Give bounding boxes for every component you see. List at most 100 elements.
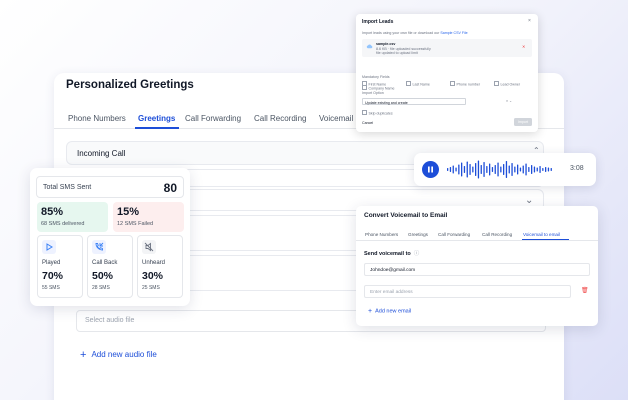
chevron-down-icon[interactable]: × ⌄: [506, 99, 512, 103]
add-audio-label: Add new audio file: [91, 350, 157, 359]
tab-greetings[interactable]: Greetings: [138, 114, 175, 123]
waveform[interactable]: [446, 159, 554, 180]
waveform-bar: [503, 164, 505, 175]
waveform-bar: [489, 163, 491, 176]
play-icon: [42, 240, 56, 254]
waveform-bar: [522, 165, 524, 174]
checkbox-phone-number[interactable]: Phone number: [450, 81, 481, 87]
close-icon[interactable]: ×: [528, 18, 531, 24]
import-button[interactable]: Import: [514, 118, 532, 126]
player-time: 3:08: [570, 165, 584, 172]
callback-label: Call Back: [92, 260, 118, 266]
import-option-select[interactable]: Update existing and create: [362, 98, 466, 105]
total-sms-label: Total SMS Sent: [43, 184, 92, 191]
phone-callback-icon: [92, 240, 106, 254]
send-voicemail-label: Send voicemail to ⓘ: [364, 249, 419, 257]
add-audio-button[interactable]: + Add new audio file: [80, 349, 157, 361]
vm-tab-voicemail-to-email[interactable]: Voicemail to email: [523, 232, 560, 237]
waveform-bar: [531, 165, 533, 174]
played-label: Played: [42, 260, 61, 266]
waveform-bar: [452, 165, 454, 174]
waveform-bar: [514, 166, 516, 173]
delivered-stat: 85% 68 SMS delivered: [37, 202, 108, 232]
callback-count: 28 SMS: [92, 285, 110, 291]
tab-voicemail[interactable]: Voicemail: [319, 114, 353, 123]
checkbox-lead-owner[interactable]: Lead Owner: [494, 81, 521, 87]
total-sms-value: 80: [163, 181, 177, 195]
waveform-bar: [466, 161, 468, 178]
plus-icon: +: [368, 308, 373, 315]
pause-icon: [428, 166, 433, 173]
plus-icon: +: [80, 349, 87, 361]
file-name: sample.csv: [376, 42, 396, 46]
waveform-bar: [483, 162, 485, 177]
pause-button[interactable]: [422, 161, 439, 178]
mandatory-fields-label: Mandatory Fields: [362, 75, 390, 79]
waveform-bar: [491, 167, 494, 172]
waveform-bar: [458, 164, 460, 175]
chevron-down-icon[interactable]: ⌄: [525, 195, 533, 206]
email-value: Johndoe@gmail.com: [370, 267, 416, 273]
waveform-bar: [519, 167, 522, 172]
played-percent: 70%: [42, 270, 64, 282]
add-email-label: Add new email: [375, 308, 412, 315]
tab-call-recording[interactable]: Call Recording: [254, 114, 306, 123]
waveform-bar: [545, 167, 547, 172]
email-field[interactable]: Johndoe@gmail.com: [364, 263, 590, 276]
waveform-bar: [486, 166, 488, 173]
waveform-bar: [497, 162, 499, 177]
uploaded-file: sample.csv 8.6 KB · file uploaded succes…: [362, 39, 532, 57]
checkbox-last-name[interactable]: Last Name: [406, 81, 430, 87]
waveform-bar: [547, 167, 550, 172]
voicemail-tabs: Phone Numbers Greetings Call Forwarding …: [356, 228, 598, 241]
failed-count: 12 SMS Failed: [117, 221, 154, 227]
waveform-bar: [469, 164, 471, 175]
waveform-bar: [511, 163, 513, 176]
waveform-bar: [536, 167, 538, 172]
add-email-button[interactable]: + Add new email: [368, 308, 411, 315]
total-sms-row: Total SMS Sent 80: [36, 176, 184, 198]
waveform-bar: [505, 161, 508, 178]
send-voicemail-text: Send voicemail to: [364, 251, 411, 257]
sms-stats-card: Total SMS Sent 80 85% 68 SMS delivered 1…: [30, 168, 190, 306]
waveform-bar: [477, 160, 480, 179]
waveform-bar: [475, 163, 477, 176]
sample-csv-link[interactable]: Sample CSV File: [440, 31, 467, 35]
delete-file-icon[interactable]: ✕: [522, 44, 525, 49]
tab-phone-numbers[interactable]: Phone Numbers: [68, 114, 126, 123]
waveform-bar: [542, 168, 544, 171]
cancel-button[interactable]: Cancel: [362, 121, 373, 125]
vm-tab-call-recording[interactable]: Call Recording: [482, 232, 512, 237]
waveform-bar: [480, 165, 482, 174]
waveform-bar: [455, 167, 457, 172]
waveform-bar: [461, 162, 463, 177]
vm-tab-phone-numbers[interactable]: Phone Numbers: [365, 232, 398, 237]
waveform-bar: [550, 168, 552, 171]
page-title: Personalized Greetings: [66, 79, 194, 91]
checkbox-company-name[interactable]: Company Name: [362, 85, 395, 91]
vm-tab-call-forwarding[interactable]: Call Forwarding: [438, 232, 470, 237]
played-count: 55 SMS: [42, 285, 60, 291]
waveform-bar: [463, 166, 466, 173]
email-input[interactable]: Enter email address: [364, 285, 571, 298]
waveform-bar: [525, 163, 527, 176]
unheard-count: 25 SMS: [142, 285, 160, 291]
vm-tab-greetings[interactable]: Greetings: [408, 232, 428, 237]
failed-percent: 15%: [117, 206, 140, 218]
played-stat: Played 70% 55 SMS: [37, 235, 83, 298]
email-placeholder: Enter email address: [370, 289, 413, 295]
waveform-bar: [517, 164, 519, 175]
tab-call-forwarding[interactable]: Call Forwarding: [185, 114, 241, 123]
waveform-bar: [449, 167, 452, 172]
muted-icon: [142, 240, 156, 254]
import-option-value: Update existing and create: [365, 100, 408, 105]
waveform-bar: [447, 168, 449, 171]
checkbox-skip-duplicates[interactable]: Skip duplicates: [362, 110, 393, 116]
import-description-text: Import leads using your own file or down…: [362, 31, 440, 35]
incoming-call-title: Incoming Call: [77, 149, 126, 158]
voicemail-email-card: Convert Voicemail to Email Phone Numbers…: [356, 206, 598, 326]
delivered-count: 68 SMS delivered: [41, 221, 85, 227]
import-option-label: Import Option: [362, 91, 384, 95]
trash-icon[interactable]: 🗑: [581, 287, 589, 294]
audio-select-placeholder: Select audio file: [85, 317, 135, 324]
